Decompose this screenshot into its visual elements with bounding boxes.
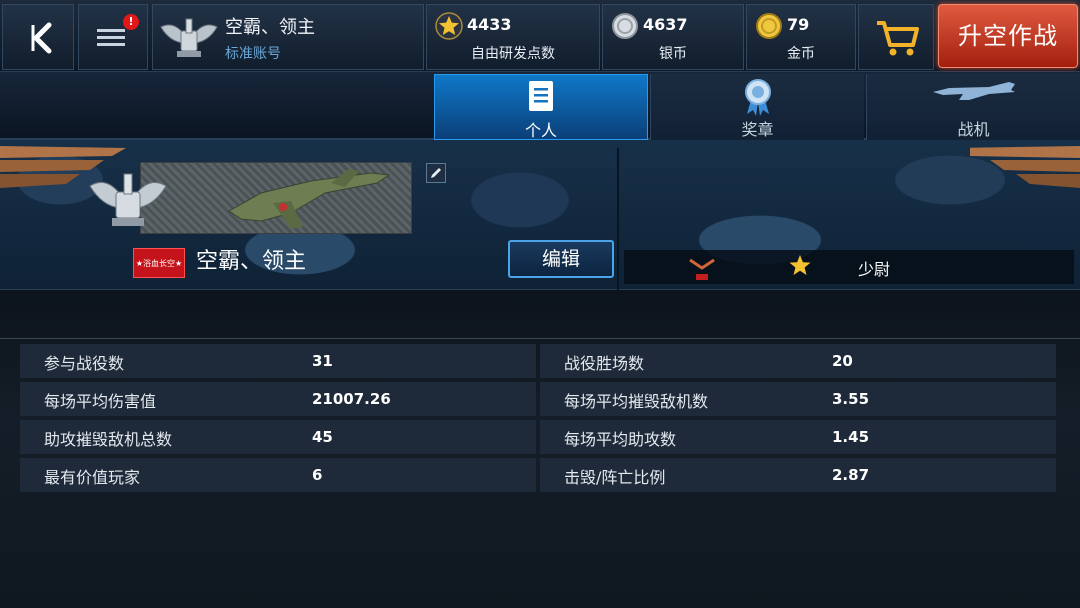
fighter-plane-image [228, 169, 391, 229]
silver-label: 银币 [659, 46, 687, 62]
stat-row: 每场平均摧毁敌机数 3.55 [540, 382, 1056, 416]
rank-star-icon [789, 255, 811, 275]
stat-value: 21007.26 [312, 390, 391, 408]
notification-badge: ! [123, 14, 139, 30]
stat-row: 每场平均助攻数 1.45 [540, 420, 1056, 454]
free-research-points[interactable]: 4433 自由研发点数 [426, 4, 600, 70]
back-button[interactable] [2, 4, 74, 70]
stat-label: 助攻摧毁敌机总数 [44, 430, 173, 449]
stat-label: 战役胜场数 [564, 354, 645, 373]
tab-personal-label: 个人 [524, 121, 557, 140]
pencil-icon [431, 168, 441, 178]
stats-separator [0, 338, 1080, 339]
stat-value: 2.87 [832, 466, 870, 484]
star-icon [435, 12, 463, 40]
profile-banner-image [140, 162, 412, 234]
stat-label: 击毁/阵亡比例 [564, 468, 666, 487]
band-divider [617, 148, 619, 290]
medal-icon [744, 79, 771, 116]
tab-medals-label: 奖章 [741, 120, 774, 139]
tab-aircraft-label: 战机 [957, 120, 990, 139]
stat-value: 45 [312, 428, 333, 446]
menu-button[interactable]: ! [78, 4, 148, 70]
stat-value: 3.55 [832, 390, 870, 408]
wing-ornament-right [970, 146, 1080, 188]
free-research-value: 4433 [467, 15, 512, 34]
profile-player-name: 空霸、领主 [196, 249, 307, 274]
tab-aircraft[interactable]: 战机 [866, 74, 1080, 140]
stat-label: 每场平均伤害值 [44, 392, 157, 411]
stats-right-column: 战役胜场数 20 每场平均摧毁敌机数 3.55 每场平均助攻数 1.45 击毁/… [540, 344, 1056, 496]
stat-label: 每场平均摧毁敌机数 [564, 392, 709, 411]
profile-header[interactable]: 空霸、领主 标准账号 [152, 4, 424, 70]
stat-row: 战役胜场数 20 [540, 344, 1056, 378]
silver-value: 4637 [643, 15, 688, 34]
stat-row: 击毁/阵亡比例 2.87 [540, 458, 1056, 492]
rank-strip: 少尉 [624, 250, 1074, 284]
clan-tag: ★浴血长空★ [133, 248, 185, 278]
stat-label: 参与战役数 [44, 354, 125, 373]
tab-personal[interactable]: 个人 [434, 74, 648, 140]
stat-label: 最有价值玩家 [44, 468, 141, 487]
cart-icon [877, 21, 919, 56]
gold-coins[interactable]: 79 金币 [746, 4, 856, 70]
stat-row: 最有价值玩家 6 [20, 458, 536, 492]
chevron-rank-icon [689, 258, 715, 280]
stat-value: 1.45 [832, 428, 870, 446]
document-icon [529, 81, 553, 111]
account-type: 标准账号 [225, 46, 281, 62]
stat-row: 助攻摧毁敌机总数 45 [20, 420, 536, 454]
stat-row: 参与战役数 31 [20, 344, 536, 378]
rank-label: 少尉 [858, 260, 891, 279]
free-research-label: 自由研发点数 [471, 46, 555, 62]
stat-value: 31 [312, 352, 333, 370]
edit-profile-button[interactable]: 编辑 [508, 240, 614, 278]
gold-label: 金币 [787, 46, 815, 62]
tab-bar: 个人 奖章 战机 [0, 72, 1080, 140]
rank-emblem-icon [160, 18, 218, 57]
menu-icon [97, 29, 125, 46]
back-arrow-icon [31, 22, 52, 54]
stat-label: 每场平均助攻数 [564, 430, 677, 449]
shop-cart-button[interactable] [858, 4, 934, 70]
stat-value: 6 [312, 466, 323, 484]
stat-row: 每场平均伤害值 21007.26 [20, 382, 536, 416]
stats-left-column: 参与战役数 31 每场平均伤害值 21007.26 助攻摧毁敌机总数 45 最有… [20, 344, 536, 496]
aircraft-icon [932, 82, 1015, 100]
player-name: 空霸、领主 [225, 17, 315, 38]
silver-coin-icon [612, 13, 638, 39]
silver-coins[interactable]: 4637 银币 [602, 4, 744, 70]
edit-banner-button[interactable] [426, 163, 446, 183]
gold-value: 79 [787, 15, 810, 34]
tab-medals[interactable]: 奖章 [650, 74, 864, 140]
gold-coin-icon [756, 13, 782, 39]
top-bar: ! 空霸、领主 标准账号 4433 自由研发点数 4637 银币 79 金币 [0, 0, 1080, 72]
take-off-battle-button[interactable]: 升空作战 [938, 4, 1078, 68]
rank-emblem-large-icon [89, 173, 167, 226]
stat-value: 20 [832, 352, 853, 370]
